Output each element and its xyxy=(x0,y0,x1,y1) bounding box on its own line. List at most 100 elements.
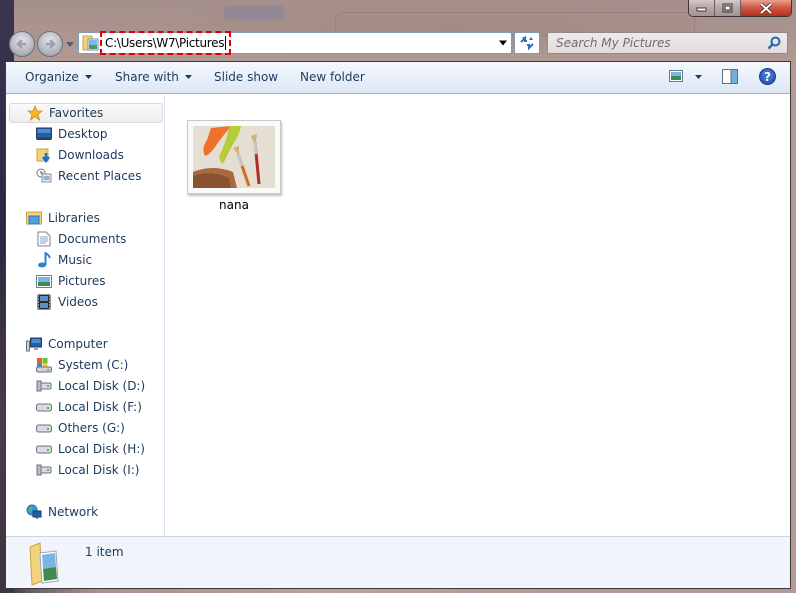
sidebar-item-libraries[interactable]: Libraries xyxy=(6,208,100,228)
forward-button[interactable] xyxy=(37,31,63,57)
explorer-window: Organize Share with Slide show New folde… xyxy=(5,61,791,589)
sidebar-item-recent-places[interactable]: Recent Places xyxy=(6,166,141,186)
documents-label: Documents xyxy=(58,232,127,246)
hard-drive-icon xyxy=(36,403,52,412)
pictures-icon xyxy=(36,274,52,288)
network-label: Network xyxy=(48,505,99,519)
slide-show-button[interactable]: Slide show xyxy=(214,70,278,84)
new-folder-button[interactable]: New folder xyxy=(300,70,365,84)
maximize-button[interactable] xyxy=(715,0,741,16)
file-item[interactable]: nana xyxy=(184,120,284,216)
navigation-pane: Favorites Desktop Downloads Recent Place… xyxy=(6,95,165,535)
drive-g-label: Others (G:) xyxy=(58,421,125,435)
downloads-label: Downloads xyxy=(58,148,124,162)
documents-icon xyxy=(37,231,51,247)
desktop-label: Desktop xyxy=(58,127,108,141)
minimize-button[interactable] xyxy=(689,0,716,16)
recent-pages-dropdown[interactable] xyxy=(66,41,74,47)
recent-places-icon xyxy=(36,168,52,183)
change-view-icon[interactable] xyxy=(669,70,683,82)
drive-d-label: Local Disk (D:) xyxy=(58,379,146,393)
computer-label: Computer xyxy=(48,337,108,351)
system-drive-icon xyxy=(36,358,52,373)
drive-f-label: Local Disk (F:) xyxy=(58,400,142,414)
hard-drive-icon xyxy=(36,445,52,454)
drive-i-label: Local Disk (I:) xyxy=(58,463,140,477)
share-with-button[interactable]: Share with xyxy=(115,70,192,84)
star-icon xyxy=(27,105,43,121)
command-bar: Organize Share with Slide show New folde… xyxy=(6,62,790,94)
slide-show-label: Slide show xyxy=(214,70,279,84)
usb-drive-icon xyxy=(36,464,52,476)
sidebar-item-videos[interactable]: Videos xyxy=(6,292,98,312)
sidebar-item-downloads[interactable]: Downloads xyxy=(6,145,124,165)
sidebar-item-favorites[interactable]: Favorites xyxy=(9,103,163,123)
chevron-down-icon xyxy=(84,75,92,79)
music-label: Music xyxy=(58,253,93,267)
refresh-button[interactable] xyxy=(514,32,540,54)
hard-drive-icon xyxy=(36,424,52,433)
view-options-dropdown-icon[interactable] xyxy=(695,75,702,79)
libraries-label: Libraries xyxy=(48,211,100,225)
maximize-icon xyxy=(722,3,733,13)
pictures-folder-icon xyxy=(82,35,99,51)
pictures-label: Pictures xyxy=(58,274,106,288)
usb-drive-icon xyxy=(36,380,52,392)
svg-text:?: ? xyxy=(764,70,771,84)
close-icon xyxy=(759,2,773,14)
drive-c-label: System (C:) xyxy=(58,358,129,372)
sidebar-item-drive-i[interactable]: Local Disk (I:) xyxy=(6,460,139,480)
sidebar-item-music[interactable]: Music xyxy=(6,250,92,270)
downloads-icon xyxy=(36,148,50,163)
details-pane: 1 item xyxy=(6,536,790,588)
item-count: 1 item xyxy=(85,545,124,559)
network-icon xyxy=(26,504,42,519)
sidebar-item-documents[interactable]: Documents xyxy=(6,229,126,249)
preview-pane-icon[interactable] xyxy=(722,69,738,84)
desktop-icon xyxy=(36,127,52,140)
organize-button[interactable]: Organize xyxy=(25,70,92,84)
address-path-highlight[interactable]: C:\Users\W7\Pictures xyxy=(99,31,232,55)
computer-icon xyxy=(26,337,42,351)
sidebar-item-drive-h[interactable]: Local Disk (H:) xyxy=(6,439,145,459)
favorites-label: Favorites xyxy=(49,106,104,120)
organize-label: Organize xyxy=(25,70,79,84)
new-folder-label: New folder xyxy=(300,70,365,84)
forward-arrow-icon xyxy=(46,39,56,49)
pictures-folder-icon xyxy=(29,542,59,586)
address-dropdown-icon[interactable] xyxy=(499,40,507,46)
background-window-blur xyxy=(224,6,284,20)
sidebar-item-drive-d[interactable]: Local Disk (D:) xyxy=(6,376,145,396)
back-button[interactable] xyxy=(9,31,35,57)
help-icon[interactable]: ? xyxy=(759,68,776,85)
close-button[interactable] xyxy=(741,0,791,16)
recent-places-label: Recent Places xyxy=(58,169,142,183)
address-bar[interactable]: C:\Users\W7\Pictures xyxy=(78,31,512,55)
text-caret xyxy=(225,36,227,50)
minimize-icon xyxy=(696,7,707,12)
sidebar-item-pictures[interactable]: Pictures xyxy=(6,271,106,291)
chevron-down-icon xyxy=(66,41,74,47)
drive-h-label: Local Disk (H:) xyxy=(58,442,145,456)
sidebar-item-drive-c[interactable]: System (C:) xyxy=(6,355,128,375)
caption-buttons xyxy=(688,0,792,17)
address-path[interactable]: C:\Users\W7\Pictures xyxy=(105,36,224,50)
share-with-label: Share with xyxy=(115,70,179,84)
sidebar-item-desktop[interactable]: Desktop xyxy=(6,124,108,144)
search-input[interactable] xyxy=(556,36,756,50)
videos-icon xyxy=(37,294,51,310)
file-thumbnail xyxy=(187,120,281,194)
sidebar-item-drive-f[interactable]: Local Disk (F:) xyxy=(6,397,142,417)
libraries-icon xyxy=(26,211,42,225)
music-icon xyxy=(38,252,51,268)
refresh-icon xyxy=(520,36,534,50)
back-arrow-icon xyxy=(16,39,26,49)
search-icon[interactable] xyxy=(767,36,781,50)
sidebar-item-network[interactable]: Network xyxy=(6,502,98,522)
sidebar-item-drive-g[interactable]: Others (G:) xyxy=(6,418,125,438)
sidebar-item-computer[interactable]: Computer xyxy=(6,334,108,354)
videos-label: Videos xyxy=(58,295,98,309)
file-list: nana xyxy=(166,95,790,535)
search-box[interactable] xyxy=(547,32,788,54)
chevron-down-icon xyxy=(184,75,192,79)
